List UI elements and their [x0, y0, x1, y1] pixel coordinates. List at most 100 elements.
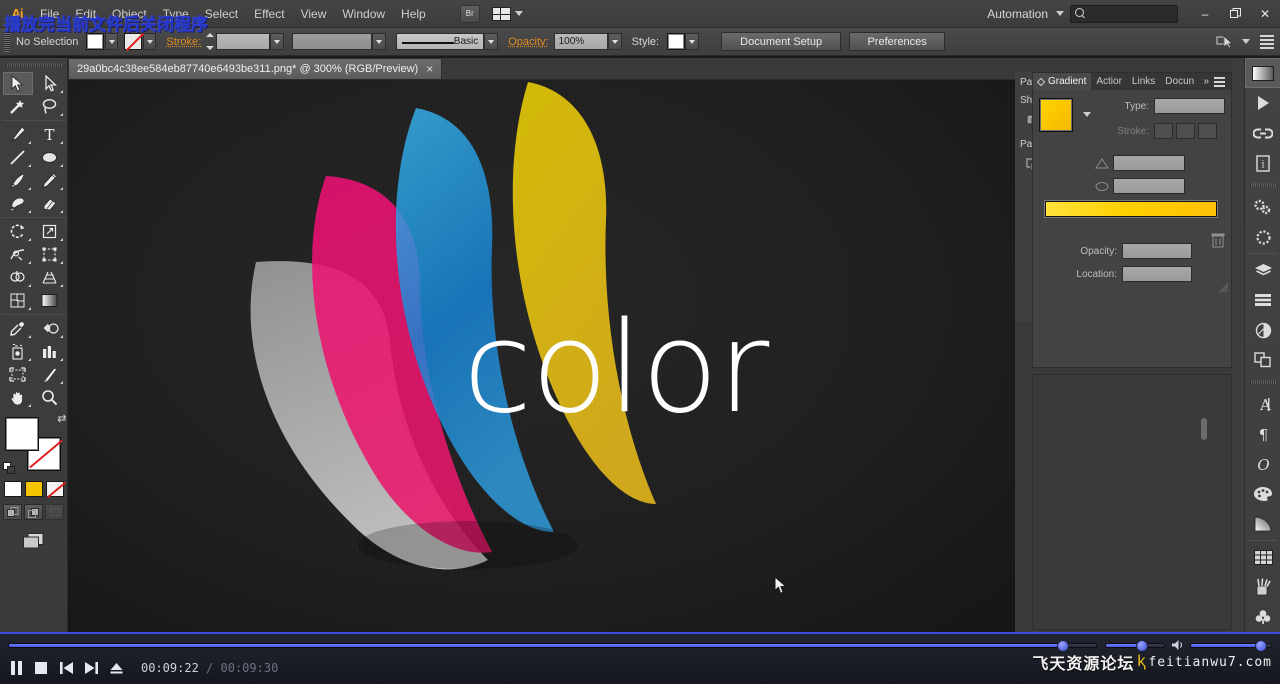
- none-button[interactable]: [46, 481, 64, 497]
- gradient-angle-field[interactable]: [1113, 155, 1185, 171]
- layers-panel-icon[interactable]: [1245, 255, 1280, 285]
- tab-document-info[interactable]: Docun: [1160, 73, 1199, 90]
- symbols-panel-icon[interactable]: [1245, 222, 1280, 252]
- fill-dropdown-button[interactable]: [105, 33, 118, 50]
- selection-tool[interactable]: [3, 72, 33, 95]
- gradient-presets-chevron-icon[interactable]: [1083, 112, 1091, 117]
- tools-panel-gripper[interactable]: [6, 60, 62, 70]
- draw-normal-button[interactable]: [3, 504, 22, 520]
- hand-tool[interactable]: [3, 386, 33, 409]
- gradient-aspect-field[interactable]: [1113, 178, 1185, 194]
- gradient-button[interactable]: [25, 481, 43, 497]
- menu-edit[interactable]: Edit: [67, 3, 104, 25]
- artboard-tool[interactable]: [3, 363, 33, 386]
- restore-button[interactable]: [1220, 0, 1250, 28]
- free-transform-tool[interactable]: [35, 243, 65, 266]
- color-button[interactable]: [4, 481, 22, 497]
- paintbrush-tool[interactable]: [3, 169, 33, 192]
- zoom-tool[interactable]: [35, 386, 65, 409]
- stroke-weight-dropdown[interactable]: [270, 33, 284, 50]
- stroke-weight-stepper[interactable]: [206, 33, 215, 50]
- stroke-within-button[interactable]: [1154, 123, 1173, 139]
- blend-tool[interactable]: [35, 317, 65, 340]
- progress-slider[interactable]: [8, 643, 1097, 648]
- panel-resize-grip[interactable]: [1219, 283, 1229, 293]
- canvas-area[interactable]: color: [68, 80, 1015, 632]
- magic-wand-tool[interactable]: [3, 95, 33, 118]
- brushes-panel-icon[interactable]: [1245, 572, 1280, 602]
- pathfinder-panel-icon[interactable]: [1245, 345, 1280, 375]
- dock-scrollbar[interactable]: [1201, 418, 1207, 440]
- stroke-dropdown-button[interactable]: [143, 33, 156, 50]
- lasso-tool[interactable]: [35, 95, 65, 118]
- gradient-type-select[interactable]: [1154, 98, 1225, 114]
- opentype-panel-icon[interactable]: O: [1245, 449, 1280, 479]
- links-panel-icon[interactable]: [1245, 118, 1280, 148]
- width-tool[interactable]: [3, 243, 33, 266]
- menu-view[interactable]: View: [293, 3, 335, 25]
- gradient-tool[interactable]: [35, 289, 65, 312]
- menu-file[interactable]: File: [32, 3, 67, 25]
- swatches-panel-icon[interactable]: [1245, 479, 1280, 509]
- menu-select[interactable]: Select: [197, 3, 246, 25]
- opacity-label[interactable]: Opacity:: [508, 36, 548, 48]
- transparency-panel-icon[interactable]: [1245, 315, 1280, 345]
- color-guide-panel-icon[interactable]: [1245, 542, 1280, 572]
- volume-slider[interactable]: [1190, 643, 1272, 648]
- draw-behind-button[interactable]: [24, 504, 43, 520]
- stroke-across-button[interactable]: [1198, 123, 1217, 139]
- tab-gradient[interactable]: Gradient: [1033, 73, 1091, 90]
- pencil-tool[interactable]: [35, 169, 65, 192]
- opacity-dropdown[interactable]: [608, 33, 622, 50]
- scale-tool[interactable]: [35, 220, 65, 243]
- workspace-switcher-label[interactable]: Automation: [987, 7, 1048, 21]
- lower-dock-panel[interactable]: [1032, 374, 1232, 630]
- arrange-documents-button[interactable]: [492, 7, 523, 21]
- fill-color-swatch[interactable]: [86, 33, 104, 50]
- direct-selection-tool[interactable]: [35, 72, 65, 95]
- search-input[interactable]: [1070, 5, 1178, 23]
- menu-type[interactable]: Type: [155, 3, 197, 25]
- preferences-button[interactable]: Preferences: [849, 32, 945, 51]
- gradient-location-field[interactable]: [1122, 266, 1192, 282]
- stroke-weight-field[interactable]: [216, 33, 270, 50]
- gradient-preview-swatch[interactable]: [1039, 98, 1073, 132]
- menu-help[interactable]: Help: [393, 3, 434, 25]
- fill-color-indicator[interactable]: [5, 417, 39, 451]
- align-panel-icon[interactable]: [1245, 285, 1280, 315]
- document-tab[interactable]: 29a0bc4c38ee584eb87740e6493be311.png* @ …: [68, 58, 442, 79]
- stroke-along-button[interactable]: [1176, 123, 1195, 139]
- character-panel-icon[interactable]: A: [1245, 389, 1280, 419]
- symbols-library-panel-icon[interactable]: [1245, 602, 1280, 632]
- select-similar-objects-icon[interactable]: [1216, 34, 1234, 50]
- gradient-panel-icon[interactable]: [1245, 509, 1280, 539]
- draw-inside-button[interactable]: [45, 504, 64, 520]
- chevron-down-icon[interactable]: [1242, 39, 1250, 44]
- menu-object[interactable]: Object: [104, 3, 155, 25]
- control-bar-gripper[interactable]: [4, 32, 10, 52]
- artboard[interactable]: color: [68, 80, 1015, 632]
- next-button[interactable]: [83, 660, 99, 676]
- stroke-color-swatch[interactable]: [124, 33, 142, 50]
- stroke-profile-field[interactable]: [292, 33, 372, 50]
- gradient-opacity-field[interactable]: [1122, 243, 1192, 259]
- tab-links[interactable]: Links: [1127, 73, 1160, 90]
- eraser-tool[interactable]: [35, 192, 65, 215]
- opacity-field[interactable]: 100%: [554, 33, 608, 50]
- gradient-slider[interactable]: [1045, 201, 1217, 217]
- actions-panel-icon[interactable]: [1245, 88, 1280, 118]
- chevron-down-icon[interactable]: [1056, 11, 1064, 16]
- default-fill-stroke-icon[interactable]: [3, 462, 16, 475]
- blob-brush-tool[interactable]: [3, 192, 33, 215]
- pen-tool[interactable]: [3, 123, 33, 146]
- ellipse-tool[interactable]: [35, 146, 65, 169]
- brush-definition-field[interactable]: Basic: [396, 33, 484, 50]
- expand-panels-icon[interactable]: »: [1203, 76, 1209, 87]
- menu-effect[interactable]: Effect: [246, 3, 292, 25]
- shape-builder-tool[interactable]: [3, 266, 33, 289]
- control-panel-menu-icon[interactable]: [1260, 35, 1274, 49]
- change-screen-mode-button[interactable]: [21, 530, 47, 552]
- panel-menu-icon[interactable]: [1214, 77, 1225, 87]
- line-segment-tool[interactable]: [3, 146, 33, 169]
- position-slider[interactable]: [1105, 643, 1165, 648]
